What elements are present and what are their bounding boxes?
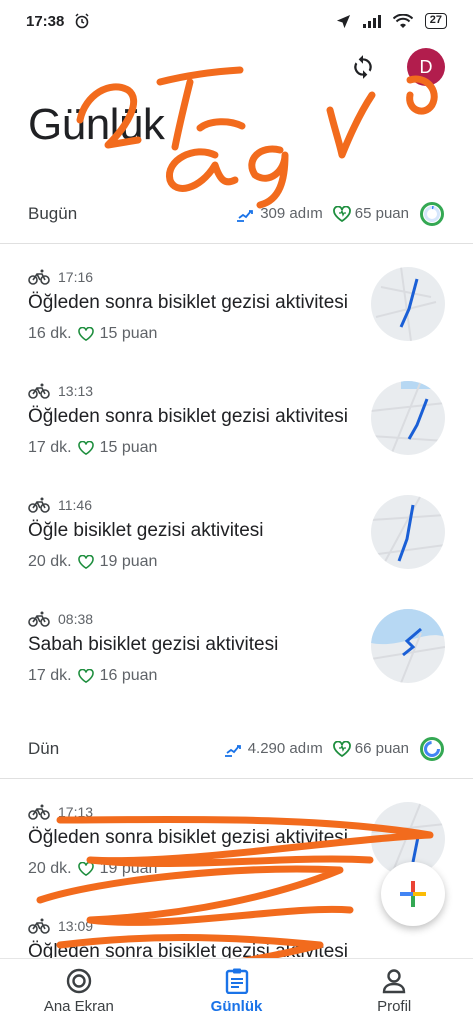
activity-title: Öğleden sonra bisiklet gezisi aktivitesi (28, 406, 348, 427)
nav-label: Profil (377, 998, 412, 1015)
battery-indicator: 27 (424, 13, 447, 29)
steps-icon (237, 209, 254, 222)
activity-time: 08:38 (58, 611, 94, 627)
steps-count: 4.290 adım (247, 740, 323, 757)
nav-journal[interactable]: Günlük (158, 959, 316, 1024)
heart-points-count: 66 puan (354, 740, 409, 757)
bike-icon (28, 804, 50, 820)
sync-icon (354, 55, 372, 79)
activity-item[interactable]: 11:46 Öğle bisiklet gezisi aktivitesi 20… (0, 473, 473, 587)
activity-item[interactable]: 17:16 Öğleden sonra bisiklet gezisi akti… (0, 245, 473, 359)
route-map-thumbnail (371, 267, 445, 341)
location-icon (336, 14, 350, 28)
status-time: 17:38 (26, 12, 65, 30)
bike-icon (28, 269, 50, 285)
activity-item[interactable]: 08:38 Sabah bisiklet gezisi aktivitesi 1… (0, 587, 473, 701)
heart-points-icon (77, 862, 94, 876)
heart-points-count: 65 puan (354, 205, 409, 222)
activity-points: 19 puan (99, 860, 158, 877)
bike-icon (28, 918, 50, 934)
activity-duration: 20 dk. (28, 553, 72, 570)
avatar[interactable]: D (407, 48, 445, 86)
add-activity-button[interactable] (381, 862, 445, 926)
section-header-yesterday: Dün 4.290 adım 66 puan (0, 719, 473, 779)
section-header-today: Bugün 309 adım 65 puan (0, 184, 473, 244)
activity-title: Sabah bisiklet gezisi aktivitesi (28, 634, 279, 655)
nav-label: Ana Ekran (43, 998, 114, 1015)
heart-points-icon (77, 327, 94, 341)
activity-title: Öğleden sonra bisiklet gezisi aktivitesi (28, 292, 348, 313)
heart-points-icon (332, 205, 351, 222)
activity-points: 15 puan (99, 325, 158, 342)
route-map-thumbnail (371, 609, 445, 683)
nav-home[interactable]: Ana Ekran (0, 959, 158, 1024)
activity-title: Öğleden sonra bisiklet gezisi aktivitesi (28, 827, 348, 848)
signal-icon (362, 15, 381, 28)
page-title: Günlük (28, 100, 165, 149)
heart-points-icon (332, 740, 351, 757)
steps-count: 309 adım (260, 205, 323, 222)
header-actions: D (345, 48, 445, 86)
activity-duration: 17 dk. (28, 667, 72, 684)
activity-item[interactable]: 13:13 Öğleden sonra bisiklet gezisi akti… (0, 359, 473, 473)
bike-icon (28, 383, 50, 399)
activity-points: 16 puan (99, 667, 158, 684)
heart-points-icon (77, 555, 94, 569)
activity-duration: 17 dk. (28, 439, 72, 456)
activity-time: 13:09 (58, 918, 94, 934)
journal-icon (225, 968, 248, 994)
goal-ring-icon (420, 201, 444, 226)
goal-ring-icon (420, 736, 444, 761)
route-map-thumbnail (371, 495, 445, 569)
status-bar: 17:38 27 (0, 0, 473, 42)
sync-button[interactable] (345, 49, 381, 85)
person-icon (382, 969, 406, 994)
steps-icon (224, 744, 241, 757)
activity-title: Öğle bisiklet gezisi aktivitesi (28, 520, 264, 541)
alarm-icon (75, 13, 89, 29)
activity-time: 17:16 (58, 269, 94, 285)
activity-duration: 16 dk. (28, 325, 72, 342)
activity-points: 15 puan (99, 439, 158, 456)
heart-points-icon (77, 441, 94, 455)
section-title: Dün (28, 738, 60, 758)
bike-icon (28, 611, 50, 627)
activity-time: 17:13 (58, 804, 94, 820)
route-map-thumbnail (371, 381, 445, 455)
activity-duration: 20 dk. (28, 860, 72, 877)
wifi-icon (392, 13, 413, 28)
heart-points-icon (77, 669, 94, 683)
nav-profile[interactable]: Profil (315, 959, 473, 1024)
avatar-initial: D (419, 56, 433, 77)
section-title: Bugün (28, 203, 78, 223)
nav-label: Günlük (210, 998, 263, 1015)
bottom-navigation: Ana Ekran Günlük Profil (0, 958, 473, 1024)
home-ring-icon (66, 968, 92, 994)
activity-time: 11:46 (58, 497, 92, 513)
bike-icon (28, 497, 50, 513)
plus-icon (400, 881, 426, 907)
activity-points: 19 puan (99, 553, 158, 570)
activity-time: 13:13 (58, 383, 94, 399)
